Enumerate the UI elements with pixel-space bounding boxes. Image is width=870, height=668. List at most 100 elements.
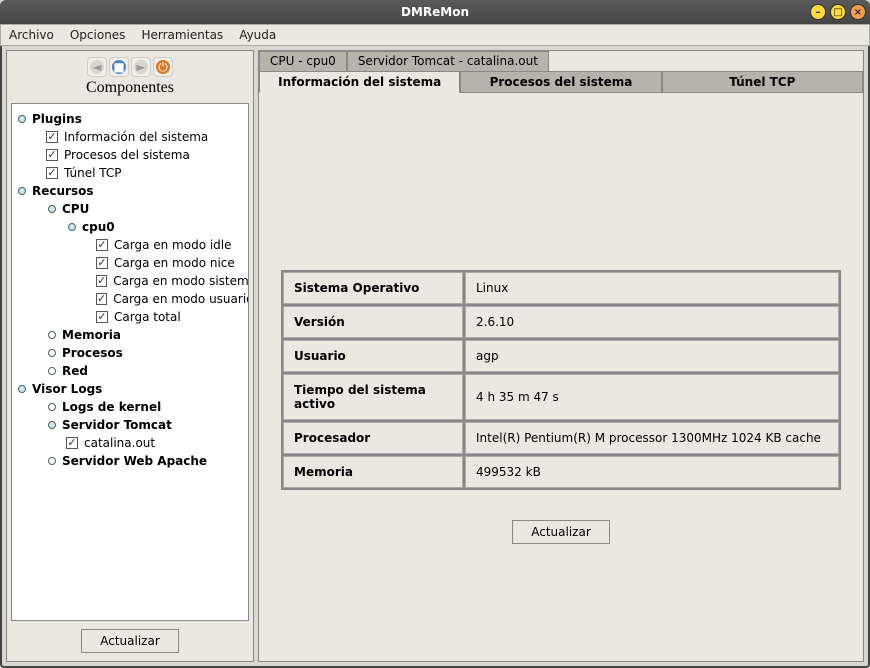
tree-node-label: Procesos del sistema	[64, 148, 190, 162]
menu-herramientas[interactable]: Herramientas	[141, 28, 223, 42]
tree-node-label: catalina.out	[84, 436, 155, 450]
tree-node[interactable]: Carga en modo sistema	[12, 272, 244, 290]
table-row: Sistema OperativoLinux	[283, 272, 839, 304]
tree-node[interactable]: Red	[12, 362, 244, 380]
expand-closed-icon[interactable]	[46, 401, 58, 413]
tree-node[interactable]: Procesos	[12, 344, 244, 362]
checkbox[interactable]	[46, 131, 58, 143]
menu-opciones[interactable]: Opciones	[70, 28, 126, 42]
table-row: Memoria499532 kB	[283, 456, 839, 488]
expand-closed-icon[interactable]	[46, 347, 58, 359]
checkbox[interactable]	[96, 293, 107, 305]
expand-open-icon[interactable]	[16, 113, 28, 125]
table-row: Tiempo del sistema activo4 h 35 m 47 s	[283, 374, 839, 420]
expand-open-icon[interactable]	[16, 383, 28, 395]
tree-node-label: Carga en modo nice	[114, 256, 235, 270]
tree-node-label: Servidor Tomcat	[62, 418, 172, 432]
tree-node[interactable]: cpu0	[12, 218, 244, 236]
tree-node[interactable]: Túnel TCP	[12, 164, 244, 182]
tree-node[interactable]: Carga total	[12, 308, 244, 326]
tree-node-label: cpu0	[82, 220, 115, 234]
tree-node-label: Servidor Web Apache	[62, 454, 207, 468]
minimize-button[interactable]: –	[810, 4, 826, 20]
tree-node[interactable]: Servidor Tomcat	[12, 416, 244, 434]
sidebar-toolbar: ◄ ■ ► ⏻	[11, 57, 249, 77]
info-key: Procesador	[283, 422, 463, 454]
tree-node-label: Información del sistema	[64, 130, 208, 144]
menu-archivo[interactable]: Archivo	[9, 28, 54, 42]
info-value: Linux	[465, 272, 839, 304]
main-update-button[interactable]: Actualizar	[512, 520, 610, 544]
expand-open-icon[interactable]	[46, 419, 58, 431]
table-row: Versión2.6.10	[283, 306, 839, 338]
tree-node-label: Carga en modo usuario	[113, 292, 249, 306]
info-value: agp	[465, 340, 839, 372]
system-info-table: Sistema OperativoLinuxVersión2.6.10Usuar…	[281, 270, 841, 490]
checkbox[interactable]	[96, 239, 108, 251]
expand-open-icon[interactable]	[46, 203, 58, 215]
close-button[interactable]: ×	[850, 4, 866, 20]
sidebar-update-button[interactable]: Actualizar	[81, 629, 179, 653]
menu-ayuda[interactable]: Ayuda	[239, 28, 276, 42]
expand-open-icon[interactable]	[16, 185, 28, 197]
tree-node[interactable]: Carga en modo nice	[12, 254, 244, 272]
tree-node-label: Carga en modo idle	[114, 238, 232, 252]
info-key: Usuario	[283, 340, 463, 372]
body-area: ◄ ■ ► ⏻ Componentes Plugins Información d…	[0, 46, 870, 668]
info-key: Versión	[283, 306, 463, 338]
checkbox[interactable]	[46, 167, 58, 179]
tree-node[interactable]: CPU	[12, 200, 244, 218]
tree-node[interactable]: Recursos	[12, 182, 244, 200]
sub-tab[interactable]: Información del sistema	[259, 71, 460, 93]
expand-closed-icon[interactable]	[46, 329, 58, 341]
table-row: Usuarioagp	[283, 340, 839, 372]
sub-tabs: Información del sistemaProcesos del sist…	[259, 71, 863, 93]
tree-node-label: Memoria	[62, 328, 121, 342]
tree-node[interactable]: catalina.out	[12, 434, 244, 452]
top-tab[interactable]: CPU - cpu0	[259, 51, 347, 71]
tree-node[interactable]: Logs de kernel	[12, 398, 244, 416]
back-icon[interactable]: ◄	[87, 57, 107, 77]
tree-node[interactable]: Carga en modo usuario	[12, 290, 244, 308]
power-icon[interactable]: ⏻	[153, 57, 173, 77]
maximize-button[interactable]: □	[830, 4, 846, 20]
window-controls: – □ ×	[810, 4, 866, 20]
tree-node[interactable]: Servidor Web Apache	[12, 452, 244, 470]
checkbox[interactable]	[96, 275, 107, 287]
info-key: Tiempo del sistema activo	[283, 374, 463, 420]
tree-node-label: CPU	[62, 202, 89, 216]
sub-tab[interactable]: Procesos del sistema	[460, 71, 661, 93]
tree-node[interactable]: Memoria	[12, 326, 244, 344]
sidebar-footer: Actualizar	[11, 621, 249, 655]
expand-open-icon[interactable]	[66, 221, 78, 233]
checkbox[interactable]	[96, 257, 108, 269]
sidebar: ◄ ■ ► ⏻ Componentes Plugins Información d…	[6, 50, 254, 662]
tree-node-label: Túnel TCP	[64, 166, 122, 180]
tree-node-label: Procesos	[62, 346, 123, 360]
tree-node[interactable]: Información del sistema	[12, 128, 244, 146]
window-title: DMReMon	[401, 5, 469, 19]
checkbox[interactable]	[96, 311, 108, 323]
info-wrapper: Sistema OperativoLinuxVersión2.6.10Usuar…	[271, 105, 851, 649]
expand-closed-icon[interactable]	[46, 455, 58, 467]
tree-node[interactable]: Carga en modo idle	[12, 236, 244, 254]
info-value: 499532 kB	[465, 456, 839, 488]
top-tab[interactable]: Servidor Tomcat - catalina.out	[347, 51, 549, 71]
tree-node-label: Red	[62, 364, 88, 378]
checkbox[interactable]	[66, 437, 78, 449]
tree-node[interactable]: Procesos del sistema	[12, 146, 244, 164]
sidebar-title: Componentes	[11, 79, 249, 97]
checkbox[interactable]	[46, 149, 58, 161]
component-tree[interactable]: Plugins Información del sistema Procesos d…	[11, 103, 249, 621]
sub-tab[interactable]: Túnel TCP	[662, 71, 863, 93]
main-panel: CPU - cpu0Servidor Tomcat - catalina.out…	[258, 50, 864, 662]
expand-closed-icon[interactable]	[46, 365, 58, 377]
tree-node-label: Carga total	[114, 310, 181, 324]
forward-icon[interactable]: ►	[131, 57, 151, 77]
stop-icon[interactable]: ■	[109, 57, 129, 77]
titlebar: DMReMon – □ ×	[0, 0, 870, 24]
tree-node[interactable]: Visor Logs	[12, 380, 244, 398]
tree-node-label: Recursos	[32, 184, 93, 198]
tree-node[interactable]: Plugins	[12, 110, 244, 128]
info-value: 4 h 35 m 47 s	[465, 374, 839, 420]
